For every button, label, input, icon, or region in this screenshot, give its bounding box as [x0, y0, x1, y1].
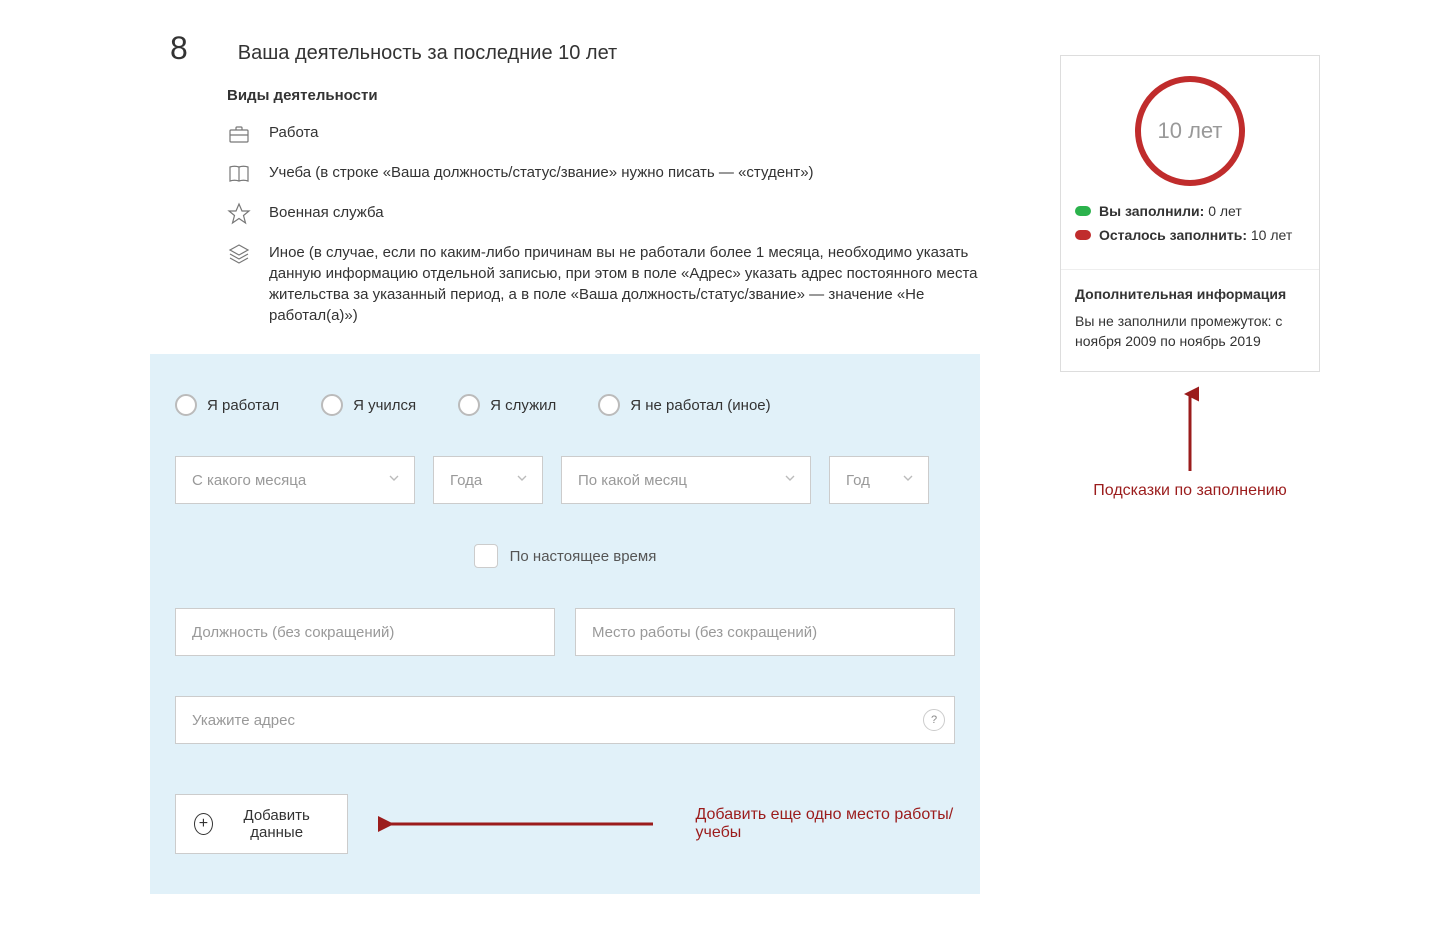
type-military-text: Военная служба — [269, 202, 384, 223]
type-work-text: Работа — [269, 122, 319, 143]
extra-info-section: Дополнительная информация Вы не заполнил… — [1061, 270, 1319, 371]
dot-green-icon — [1075, 206, 1091, 216]
add-data-row: + Добавить данные Добавить еще одно мест… — [175, 794, 955, 854]
to-month-select[interactable]: По какой месяц — [561, 456, 811, 504]
address-help-button[interactable]: ? — [923, 709, 945, 731]
activity-types-list: Работа Учеба (в строке «Ваша должность/с… — [227, 122, 1000, 326]
radio-studied[interactable]: Я учился — [321, 394, 416, 416]
chevron-down-icon — [386, 470, 402, 490]
date-range-row: С какого месяца Года По какой месяц Год — [175, 456, 955, 504]
radio-worked-label: Я работал — [207, 397, 279, 414]
present-time-row: По настоящее время — [175, 544, 955, 568]
star-icon — [227, 202, 251, 226]
address-row: ? — [175, 696, 955, 744]
activity-form-panel: Я работал Я учился Я служил Я не работал… — [150, 354, 980, 894]
plus-icon: + — [194, 813, 213, 835]
add-data-label: Добавить данные — [225, 807, 329, 841]
add-data-button[interactable]: + Добавить данные — [175, 794, 348, 854]
chevron-down-icon — [782, 470, 798, 490]
annotation-hints-text: Подсказки по заполнению — [1093, 482, 1286, 500]
activity-radio-group: Я работал Я учился Я служил Я не работал… — [175, 394, 955, 416]
type-other-text: Иное (в случае, если по каким-либо причи… — [269, 242, 1000, 326]
radio-served-label: Я служил — [490, 397, 556, 414]
annotation-arrow-up-icon — [1181, 386, 1199, 476]
type-work: Работа — [227, 122, 1000, 146]
present-checkbox[interactable] — [474, 544, 498, 568]
progress-circle-text: 10 лет — [1157, 118, 1222, 144]
types-subheading: Виды деятельности — [227, 87, 1000, 104]
radio-circle-icon — [321, 394, 343, 416]
radio-worked[interactable]: Я работал — [175, 394, 279, 416]
layers-icon — [227, 242, 251, 266]
radio-none-label: Я не работал (иное) — [630, 397, 770, 414]
status-filled: Вы заполнили: 0 лет — [1075, 202, 1305, 222]
position-input[interactable] — [175, 608, 555, 656]
sidebar: 10 лет Вы заполнили: 0 лет Осталось запо… — [1060, 55, 1320, 500]
type-study: Учеба (в строке «Ваша должность/статус/з… — [227, 162, 1000, 186]
book-icon — [227, 162, 251, 186]
briefcase-icon — [227, 122, 251, 146]
radio-circle-icon — [598, 394, 620, 416]
from-year-placeholder: Года — [450, 472, 482, 489]
present-label: По настоящее время — [510, 548, 657, 565]
type-other: Иное (в случае, если по каким-либо причи… — [227, 242, 1000, 326]
progress-info-card: 10 лет Вы заполнили: 0 лет Осталось запо… — [1060, 55, 1320, 372]
from-month-select[interactable]: С какого месяца — [175, 456, 415, 504]
radio-studied-label: Я учился — [353, 397, 416, 414]
from-month-placeholder: С какого месяца — [192, 472, 306, 489]
from-year-select[interactable]: Года — [433, 456, 543, 504]
radio-circle-icon — [458, 394, 480, 416]
progress-circle: 10 лет — [1135, 76, 1245, 186]
extra-info-title: Дополнительная информация — [1075, 286, 1305, 302]
type-military: Военная служба — [227, 202, 1000, 226]
radio-circle-icon — [175, 394, 197, 416]
to-month-placeholder: По какой месяц — [578, 472, 687, 489]
chevron-down-icon — [514, 470, 530, 490]
type-study-text: Учеба (в строке «Ваша должность/статус/з… — [269, 162, 814, 183]
progress-card-top: 10 лет Вы заполнили: 0 лет Осталось запо… — [1061, 56, 1319, 270]
chevron-down-icon — [900, 470, 916, 490]
workplace-input[interactable] — [575, 608, 955, 656]
extra-info-text: Вы не заполнили промежуток: с ноября 200… — [1075, 312, 1305, 351]
to-year-select[interactable]: Год — [829, 456, 929, 504]
status-filled-text: Вы заполнили: 0 лет — [1099, 202, 1242, 222]
address-input[interactable] — [175, 696, 955, 744]
annotation-sidebar: Подсказки по заполнению — [1060, 386, 1320, 500]
section-header: 8 Ваша деятельность за последние 10 лет — [170, 30, 1000, 67]
annotation-arrow-left — [378, 816, 658, 832]
section-title: Ваша деятельность за последние 10 лет — [238, 42, 617, 65]
status-remaining-text: Осталось заполнить: 10 лет — [1099, 226, 1292, 246]
status-remaining: Осталось заполнить: 10 лет — [1075, 226, 1305, 246]
annotation-add-workplace: Добавить еще одно место работы/учебы — [696, 806, 955, 842]
radio-served[interactable]: Я служил — [458, 394, 556, 416]
dot-red-icon — [1075, 230, 1091, 240]
to-year-placeholder: Год — [846, 472, 870, 489]
section-number: 8 — [170, 30, 188, 67]
radio-none[interactable]: Я не работал (иное) — [598, 394, 770, 416]
position-workplace-row — [175, 608, 955, 656]
